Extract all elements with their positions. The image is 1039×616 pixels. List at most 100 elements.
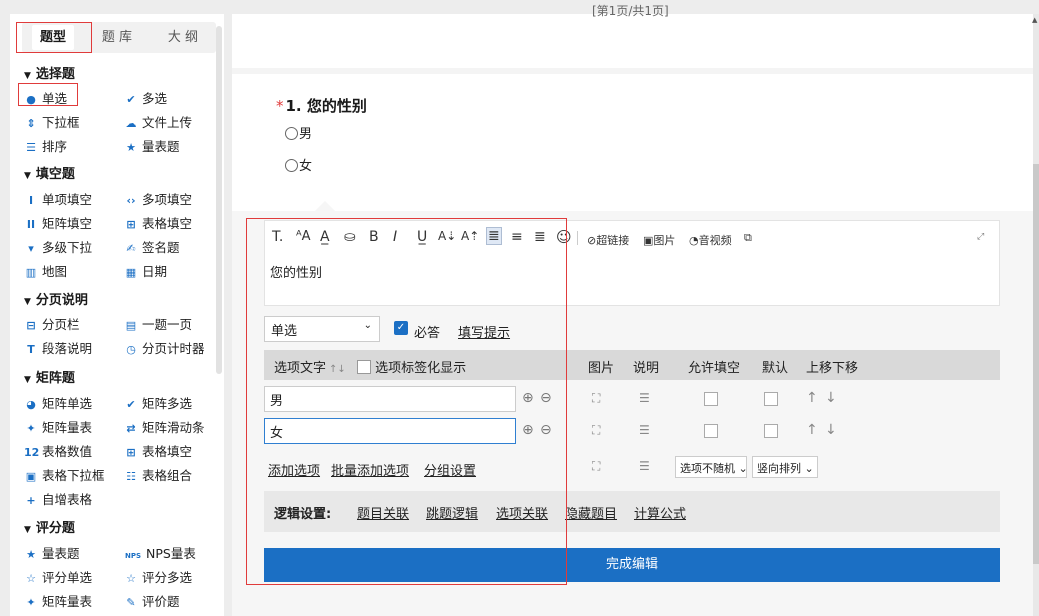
item-auto-table[interactable]: + 自增表格 [24, 489, 92, 508]
add-option-icon[interactable]: ⊕ [522, 422, 534, 438]
add-option-link[interactable]: 添加选项 [268, 460, 320, 479]
tag-display-checkbox[interactable] [357, 360, 371, 374]
formula-link[interactable]: 计算公式 [634, 503, 686, 522]
section-pagination[interactable]: ▼ 分页说明 [24, 289, 88, 308]
required-checkbox[interactable]: ✓ [394, 321, 408, 335]
item-matrix-single[interactable]: ◕ 矩阵单选 [24, 393, 92, 412]
question-link-link[interactable]: 题目关联 [357, 503, 409, 522]
item-single-choice[interactable]: ● 单选 [24, 88, 67, 107]
item-matrix-scale-2[interactable]: ✦ 矩阵量表 [24, 591, 92, 610]
fill-hint-link[interactable]: 填写提示 [458, 322, 510, 341]
italic-icon[interactable]: I [393, 229, 397, 245]
option-link-link[interactable]: 选项关联 [496, 503, 548, 522]
option-input-female[interactable]: 女 [264, 418, 516, 444]
option-description-icon[interactable]: ☰ [639, 423, 650, 437]
layout-select[interactable]: 竖向排列 ⌄ [752, 456, 818, 478]
item-multi-fill[interactable]: ‹› 多项填空 [124, 189, 192, 208]
add-option-icon[interactable]: ⊕ [522, 390, 534, 406]
section-rating[interactable]: ▼ 评分题 [24, 517, 75, 536]
item-rating-scale[interactable]: ★ 量表题 [24, 543, 79, 562]
batch-image-icon[interactable]: ⛶ [592, 459, 600, 474]
group-setting-link[interactable]: 分组设置 [424, 460, 476, 479]
preview-option-female[interactable]: 女 [285, 155, 312, 174]
font-size-icon[interactable]: ᴬA [296, 229, 311, 244]
remove-option-icon[interactable]: ⊖ [540, 390, 552, 406]
image-button[interactable]: ▣图片 [643, 232, 675, 248]
radio-button[interactable] [285, 159, 298, 172]
tag-display-toggle[interactable]: 选项标签化显示 [357, 357, 466, 376]
scroll-up-icon[interactable]: ▲ [1032, 16, 1037, 24]
item-cascade-dropdown[interactable]: ▾ 多级下拉 [24, 237, 92, 256]
batch-description-icon[interactable]: ☰ [639, 459, 650, 473]
item-table-fill[interactable]: ⊞ 表格填空 [124, 213, 192, 232]
item-table-fill-2[interactable]: ⊞ 表格填空 [124, 441, 192, 460]
item-multi-choice[interactable]: ✔ 多选 [124, 88, 167, 107]
align-right-icon[interactable]: ≣ [534, 229, 546, 245]
item-file-upload[interactable]: ☁ 文件上传 [124, 112, 193, 131]
question-title-editor[interactable]: 您的性别 [264, 254, 1000, 306]
main-scrollbar[interactable]: ▲ [1032, 14, 1039, 616]
item-matrix-multi[interactable]: ✔ 矩阵多选 [124, 393, 192, 412]
item-table-number[interactable]: 12 表格数值 [24, 441, 92, 460]
item-map[interactable]: ▥ 地图 [24, 261, 67, 280]
question-type-select[interactable]: 单选 ⌄ [264, 316, 380, 342]
item-paragraph[interactable]: T 段落说明 [24, 338, 92, 357]
item-page-break[interactable]: ⊟ 分页栏 [24, 314, 79, 333]
random-order-select[interactable]: 选项不随机 ⌄ [675, 456, 748, 478]
underline-icon[interactable]: U̲ [417, 229, 427, 245]
section-matrix[interactable]: ▼ 矩阵题 [24, 367, 75, 386]
emoji-icon[interactable]: ☺ [556, 228, 572, 246]
option-image-icon[interactable]: ⛶ [592, 423, 600, 438]
item-single-fill[interactable]: I 单项填空 [24, 189, 92, 208]
subscript-icon[interactable]: A⇣ [438, 229, 456, 243]
hide-question-link[interactable]: 隐藏题目 [565, 503, 617, 522]
jump-logic-link[interactable]: 跳题逻辑 [426, 503, 478, 522]
embed-icon[interactable]: ⧉ [744, 231, 752, 245]
sort-icon[interactable]: ↑↓ [329, 364, 346, 375]
section-choice[interactable]: ▼ 选择题 [24, 63, 75, 82]
move-down-icon[interactable]: ↓ [825, 422, 837, 438]
option-image-icon[interactable]: ⛶ [592, 391, 600, 406]
item-page-timer[interactable]: ◷ 分页计时器 [124, 338, 204, 357]
superscript-icon[interactable]: A⇡ [461, 229, 479, 243]
item-matrix-scale[interactable]: ✦ 矩阵量表 [24, 417, 92, 436]
clear-format-icon[interactable]: T. [272, 229, 283, 245]
item-nps[interactable]: NPS NPS量表 [124, 543, 196, 562]
tab-outline[interactable]: 大 纲 [150, 22, 216, 53]
option-description-icon[interactable]: ☰ [639, 391, 650, 405]
default-checkbox[interactable] [764, 424, 778, 438]
media-button[interactable]: ◔音视频 [689, 232, 732, 248]
highlight-icon[interactable]: ⛀ [344, 229, 356, 245]
finish-edit-button[interactable]: 完成编辑 [264, 548, 1000, 582]
left-panel-scrollbar[interactable] [216, 26, 222, 374]
item-dropdown[interactable]: ⇕ 下拉框 [24, 112, 79, 131]
item-table-combo[interactable]: ☷ 表格组合 [124, 465, 192, 484]
item-matrix-slider[interactable]: ⇄ 矩阵滑动条 [124, 417, 204, 436]
item-evaluation[interactable]: ✎ 评价题 [124, 591, 179, 610]
tab-question-bank[interactable]: 题 库 [84, 22, 150, 53]
move-up-icon[interactable]: ↑ [806, 422, 818, 438]
section-fill-blank[interactable]: ▼ 填空题 [24, 163, 75, 182]
batch-add-link[interactable]: 批量添加选项 [331, 460, 409, 479]
allow-fill-checkbox[interactable] [704, 392, 718, 406]
expand-icon[interactable]: ⤢ [977, 232, 984, 242]
preview-option-male[interactable]: 男 [285, 123, 312, 142]
remove-option-icon[interactable]: ⊖ [540, 422, 552, 438]
item-scale[interactable]: ★ 量表题 [124, 136, 179, 155]
item-one-per-page[interactable]: ▤ 一题一页 [124, 314, 192, 333]
item-date[interactable]: ▦ 日期 [124, 261, 167, 280]
item-sort[interactable]: ☰ 排序 [24, 136, 67, 155]
font-color-icon[interactable]: A̲ [320, 229, 330, 245]
move-up-icon[interactable]: ↑ [806, 390, 818, 406]
scroll-thumb[interactable] [1033, 164, 1039, 564]
allow-fill-checkbox[interactable] [704, 424, 718, 438]
item-signature[interactable]: ✍ 签名题 [124, 237, 179, 256]
hyperlink-button[interactable]: ⊘超链接 [587, 232, 629, 248]
radio-button[interactable] [285, 127, 298, 140]
item-matrix-fill[interactable]: II 矩阵填空 [24, 213, 92, 232]
item-table-dropdown[interactable]: ▣ 表格下拉框 [24, 465, 105, 484]
option-input-male[interactable]: 男 [264, 386, 516, 412]
bold-icon[interactable]: B [369, 229, 379, 245]
item-rating-multi[interactable]: ☆ 评分多选 [124, 567, 192, 586]
item-rating-single[interactable]: ☆ 评分单选 [24, 567, 92, 586]
